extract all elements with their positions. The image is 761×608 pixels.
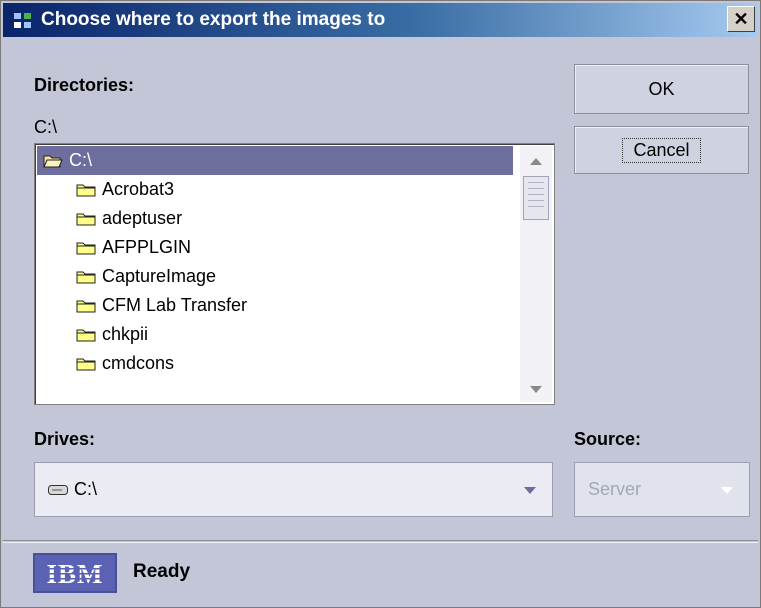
title-bar[interactable]: Choose where to export the images to ✕ [3, 3, 758, 37]
tree-item[interactable]: AFPPLGIN [37, 233, 513, 262]
tree-item-label: CFM Lab Transfer [102, 295, 248, 315]
scroll-down-button[interactable] [520, 378, 552, 400]
export-dialog: Choose where to export the images to ✕ D… [0, 0, 761, 608]
source-value: Server [588, 479, 642, 499]
folder-icon [76, 329, 96, 341]
status-divider [3, 540, 758, 541]
tree-item-label: AFPPLGIN [102, 237, 192, 257]
folder-icon [76, 271, 96, 283]
arrow-up-icon [530, 157, 542, 165]
tree-item-label: C:\ [69, 150, 93, 170]
tree-item[interactable]: chkpii [37, 320, 513, 349]
source-label: Source: [574, 429, 642, 449]
tree-item-label: Acrobat3 [102, 179, 175, 199]
close-button[interactable]: ✕ [727, 6, 755, 32]
directory-list: C:\ Acrobat3 adeptuser AFPPLGIN CaptureImage… [37, 146, 513, 378]
tree-item[interactable]: adeptuser [37, 204, 513, 233]
source-dropdown: Server [574, 462, 750, 517]
ibm-logo: IBM [33, 553, 117, 593]
window-title: Choose where to export the images to [41, 9, 386, 30]
drives-label: Drives: [34, 429, 96, 449]
directory-tree[interactable]: C:\ Acrobat3 adeptuser AFPPLGIN CaptureImage… [34, 143, 555, 405]
open-folder-icon [43, 155, 63, 167]
current-path: C:\ [34, 117, 58, 137]
arrow-down-icon [530, 385, 542, 393]
ok-button[interactable]: OK [574, 64, 749, 114]
tree-item[interactable]: CFM Lab Transfer [37, 291, 513, 320]
folder-icon [76, 300, 96, 312]
cancel-button[interactable]: Cancel [574, 126, 749, 174]
tree-item-selected[interactable]: C:\ [37, 146, 513, 175]
tree-item-label: CaptureImage [102, 266, 217, 286]
folder-icon [76, 213, 96, 225]
tree-item-label: adeptuser [102, 208, 183, 228]
drives-dropdown[interactable]: C:\ [34, 462, 553, 517]
cancel-button-label: Cancel [622, 137, 701, 163]
folder-icon [76, 358, 96, 370]
tree-item-label: cmdcons [102, 353, 175, 373]
status-bar: IBM Ready [3, 540, 758, 606]
ok-button-label: OK [648, 78, 675, 99]
tree-item-label: chkpii [102, 324, 149, 344]
close-icon: ✕ [733, 8, 749, 29]
scroll-thumb[interactable] [523, 176, 549, 220]
folder-icon [76, 242, 96, 254]
app-icon [14, 13, 31, 28]
tree-item[interactable]: cmdcons [37, 349, 513, 378]
chevron-down-icon [524, 487, 536, 494]
directories-label: Directories: [34, 75, 135, 95]
drive-icon [48, 484, 68, 495]
folder-icon [76, 184, 96, 196]
vertical-scrollbar[interactable] [520, 146, 552, 402]
chevron-down-icon [721, 487, 733, 494]
tree-item[interactable]: Acrobat3 [37, 175, 513, 204]
scroll-up-button[interactable] [520, 150, 552, 172]
drives-value: C:\ [74, 479, 98, 499]
tree-item[interactable]: CaptureImage [37, 262, 513, 291]
status-text: Ready [133, 561, 191, 582]
